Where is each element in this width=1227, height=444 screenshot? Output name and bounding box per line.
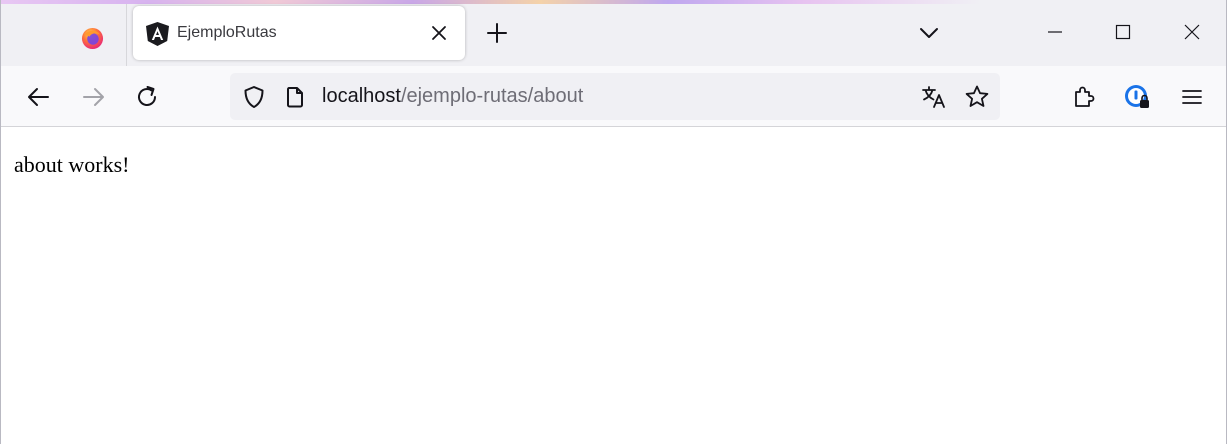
tab-active[interactable]: EjemploRutas <box>133 6 465 60</box>
chevron-down-icon[interactable] <box>917 22 941 44</box>
firefox-icon[interactable] <box>81 27 104 50</box>
tab-bar: EjemploRutas <box>1 0 1226 66</box>
shield-icon[interactable] <box>241 84 267 110</box>
password-manager-icon[interactable] <box>1123 83 1153 113</box>
reload-icon[interactable] <box>133 83 161 111</box>
puzzle-icon[interactable] <box>1070 83 1098 111</box>
url-bar[interactable]: localhost/ejemplo-rutas/about <box>230 73 1000 120</box>
page-body-text: about works! <box>14 152 130 177</box>
url-text[interactable]: localhost/ejemplo-rutas/about <box>322 85 583 108</box>
window-close-icon[interactable] <box>1180 20 1204 44</box>
url-host: localhost <box>322 85 401 107</box>
hamburger-menu-icon[interactable] <box>1178 83 1206 111</box>
translate-icon[interactable] <box>920 83 948 111</box>
page-icon[interactable] <box>284 85 306 109</box>
arrow-left-icon[interactable] <box>25 83 53 111</box>
close-icon[interactable] <box>429 23 449 43</box>
minimize-icon[interactable] <box>1043 20 1067 44</box>
navigation-toolbar: localhost/ejemplo-rutas/about <box>1 66 1226 127</box>
maximize-icon[interactable] <box>1111 20 1135 44</box>
browser-window: EjemploRutas localhost/ejemplo-rutas/abo… <box>0 0 1227 444</box>
arrow-right-icon[interactable] <box>79 83 107 111</box>
firefox-view-slot[interactable] <box>1 4 127 66</box>
tab-title: EjemploRutas <box>177 24 277 41</box>
star-icon[interactable] <box>963 83 991 111</box>
url-path: /ejemplo-rutas/about <box>400 85 584 107</box>
angular-icon <box>146 22 169 46</box>
wallpaper-strip <box>1 0 981 4</box>
page-content: about works! <box>1 127 1226 444</box>
plus-icon[interactable] <box>484 20 510 46</box>
